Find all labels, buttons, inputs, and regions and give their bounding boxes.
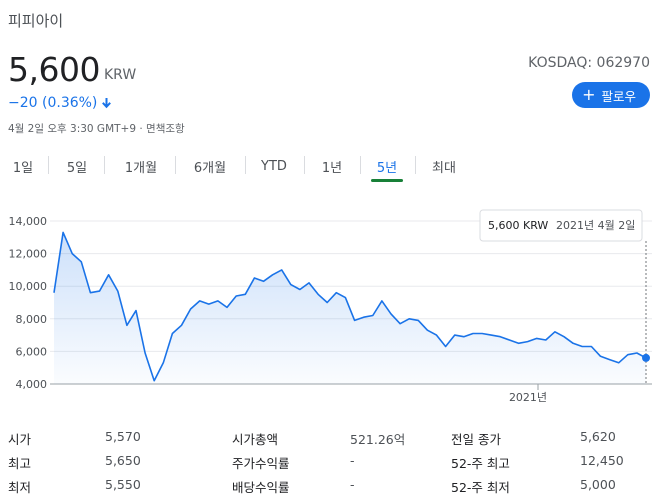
tab-divider <box>360 156 361 174</box>
last-price-dot <box>642 353 650 362</box>
tab-5d[interactable]: 5일 <box>62 152 92 180</box>
stat-value-high: 5,650 <box>105 453 141 468</box>
stat-value-market-cap: 521.26억 <box>350 432 406 447</box>
stat-value-52w-low: 5,000 <box>580 477 616 492</box>
stat-value-open: 5,570 <box>105 429 141 444</box>
tab-divider <box>304 156 305 174</box>
stat-value-pe-ratio: - <box>350 453 355 468</box>
stat-value-low: 5,550 <box>105 477 141 492</box>
follow-button[interactable]: + 팔로우 <box>572 82 650 108</box>
tab-6m[interactable]: 6개월 <box>187 152 233 180</box>
stat-label-high: 최고 <box>8 456 32 471</box>
y-tick-label: 8,000 <box>16 313 48 326</box>
tooltip-date: 2021년 4월 2일 <box>556 218 635 232</box>
stat-label-open: 시가 <box>8 432 32 447</box>
tab-max[interactable]: 최대 <box>427 152 461 180</box>
ticker-symbol: KOSDAQ: 062970 <box>528 55 650 71</box>
tab-1y[interactable]: 1년 <box>317 152 347 180</box>
stat-label-52w-high: 52-주 최고 <box>451 456 510 471</box>
tab-divider <box>175 156 176 174</box>
follow-button-label: 팔로우 <box>601 88 636 104</box>
price-change-value: −20 (0.36%) <box>8 95 98 111</box>
tab-divider <box>48 156 49 174</box>
stat-label-dividend-yield: 배당수익률 <box>232 480 290 495</box>
tab-1m[interactable]: 1개월 <box>118 152 164 180</box>
time-range-tabs: 1일 5일 1개월 6개월 YTD 1년 5년 최대 <box>0 152 470 184</box>
stat-label-low: 최저 <box>8 480 32 495</box>
x-tick-label: 2021년 <box>509 391 547 404</box>
tab-5y[interactable]: 5년 <box>371 152 403 182</box>
y-tick-label: 14,000 <box>9 215 48 228</box>
chart-tooltip: 5,600 KRW 2021년 4월 2일 <box>479 209 643 242</box>
company-name: 피피아이 <box>8 12 64 30</box>
stat-label-prev-close: 전일 종가 <box>451 432 501 447</box>
y-tick-label: 10,000 <box>9 280 48 293</box>
price-change: −20 (0.36%) <box>8 95 112 111</box>
tooltip-price: 5,600 KRW <box>488 219 548 232</box>
stat-label-pe-ratio: 주가수익률 <box>232 456 290 471</box>
y-axis-labels: 14,000 12,000 10,000 8,000 6,000 4,000 <box>9 215 48 391</box>
plus-icon: + <box>582 84 596 104</box>
stat-value-52w-high: 12,450 <box>580 453 624 468</box>
price-chart[interactable]: 14,000 12,000 10,000 8,000 6,000 4,000 2… <box>0 205 660 417</box>
y-tick-label: 6,000 <box>16 345 48 358</box>
timestamp-disclaimer: 4월 2일 오후 3:30 GMT+9 · 면책조항 <box>8 123 185 135</box>
tab-divider <box>245 156 246 174</box>
tab-divider <box>104 156 105 174</box>
currency-label: KRW <box>104 67 137 83</box>
y-tick-label: 12,000 <box>9 248 48 261</box>
arrow-down-icon <box>102 98 112 109</box>
tab-1d[interactable]: 1일 <box>8 152 38 180</box>
stock-price: 5,600 <box>8 50 100 89</box>
stat-value-prev-close: 5,620 <box>580 429 616 444</box>
tab-ytd[interactable]: YTD <box>256 152 292 180</box>
tab-divider <box>415 156 416 174</box>
stat-value-dividend-yield: - <box>350 477 355 492</box>
stat-label-52w-low: 52-주 최저 <box>451 480 510 495</box>
stat-label-market-cap: 시가총액 <box>232 432 279 447</box>
y-tick-label: 4,000 <box>16 378 48 391</box>
